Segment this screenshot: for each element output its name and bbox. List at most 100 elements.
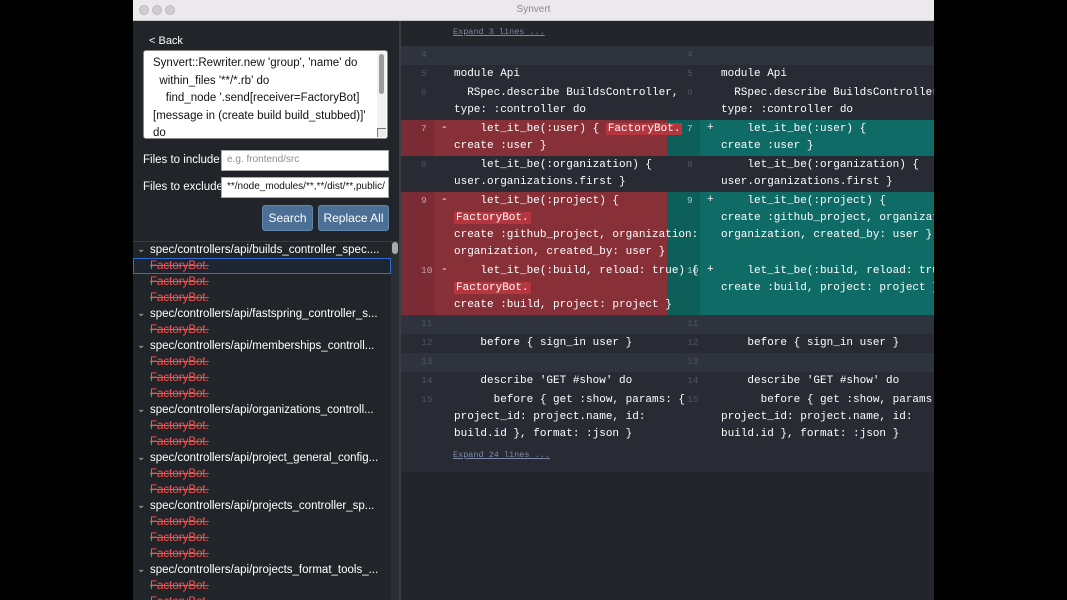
code-fragment: describe 'GET #show' do — [721, 375, 900, 387]
result-file-path: spec/controllers/api/fastspring_controll… — [150, 308, 378, 320]
result-match-row[interactable]: FactoryBot. — [133, 578, 391, 594]
left-line-number: 10 — [421, 265, 433, 276]
code-fragment: type: :controller do — [721, 104, 854, 116]
files-exclude-input[interactable]: **/node_modules/**,**/dist/**,public/ — [221, 177, 389, 198]
result-match-text: FactoryBot. — [150, 468, 209, 480]
result-match-text: FactoryBot. — [150, 484, 209, 496]
left-gutter — [401, 65, 434, 84]
left-code-line: organization, created_by: user } — [454, 244, 665, 261]
snippet-code-text: Synvert::Rewriter.new 'group', 'name' do… — [153, 57, 366, 139]
code-fragment: let_it_be(:project) { — [721, 195, 887, 207]
results-scrollbar[interactable] — [391, 242, 399, 600]
left-gutter — [401, 120, 434, 156]
result-match-row[interactable]: FactoryBot. — [133, 322, 391, 338]
chevron-down-icon[interactable]: ⌄ — [137, 402, 145, 418]
left-code-column — [434, 46, 667, 65]
expand-top-link[interactable]: Expand 3 lines ... — [453, 27, 545, 37]
code-fragment: create :user } — [721, 140, 814, 152]
result-match-row[interactable]: FactoryBot. — [133, 386, 391, 402]
result-match-text: FactoryBot. — [150, 548, 209, 560]
right-line-number: 7 — [687, 123, 693, 134]
result-match-row[interactable]: FactoryBot. — [133, 482, 391, 498]
right-code-column — [700, 315, 934, 334]
right-line-number: 6 — [687, 87, 693, 98]
result-file-row[interactable]: ⌄ spec/controllers/api/builds_controller_… — [133, 242, 391, 258]
result-file-path: spec/controllers/api/projects_controller… — [150, 500, 375, 512]
code-fragment: before { sign_in user } — [454, 337, 633, 349]
back-link[interactable]: < Back — [149, 35, 183, 47]
left-line-number: 9 — [421, 195, 427, 206]
result-match-row[interactable]: FactoryBot. — [133, 274, 391, 290]
diff-row: 15 15 before { get :show, params: {projec… — [401, 391, 934, 444]
diff-row: 8 8 let_it_be(:organization) {user.organi… — [401, 156, 934, 192]
result-file-row[interactable]: ⌄ spec/controllers/api/projects_format_to… — [133, 562, 391, 578]
snippet-code-editor[interactable]: Synvert::Rewriter.new 'group', 'name' do… — [143, 50, 388, 139]
result-match-row[interactable]: FactoryBot. — [133, 530, 391, 546]
chevron-down-icon[interactable]: ⌄ — [137, 338, 145, 354]
left-code-column — [434, 315, 667, 334]
right-line-number: 12 — [687, 337, 699, 348]
result-file-row[interactable]: ⌄ spec/controllers/api/project_general_co… — [133, 450, 391, 466]
app-window: Synvert < Back Synvert::Rewriter.new 'gr… — [133, 0, 934, 600]
chevron-down-icon[interactable]: ⌄ — [137, 450, 145, 466]
result-match-row[interactable]: FactoryBot. — [133, 418, 391, 434]
result-match-row[interactable]: FactoryBot. — [133, 594, 391, 600]
code-editor-scroll-thumb[interactable] — [379, 54, 384, 94]
right-code-line: module Api — [721, 66, 787, 83]
chevron-down-icon[interactable]: ⌄ — [137, 306, 145, 322]
result-match-row[interactable]: FactoryBot. — [133, 290, 391, 306]
code-fragment: organization, created_by: user } — [721, 229, 933, 241]
resize-handle-icon[interactable] — [377, 128, 386, 137]
diff-row: 14 14 describe 'GET #show' do describe 'G… — [401, 372, 934, 391]
left-code-line: FactoryBot. — [454, 210, 531, 227]
code-fragment: let_it_be(:user) { — [454, 123, 606, 135]
expand-bottom-link[interactable]: Expand 24 lines ... — [453, 450, 550, 460]
result-file-row[interactable]: ⌄ spec/controllers/api/projects_controlle… — [133, 498, 391, 514]
result-file-row[interactable]: ⌄ spec/controllers/api/organizations_cont… — [133, 402, 391, 418]
title-bar: Synvert — [133, 0, 934, 21]
deleted-highlight: FactoryBot. — [605, 123, 683, 135]
code-fragment: create :build, project: project } — [454, 299, 672, 311]
chevron-down-icon[interactable]: ⌄ — [137, 498, 145, 514]
right-code-line: create :github_project, organization: — [721, 210, 934, 227]
left-code-line: let_it_be(:project) { — [454, 193, 619, 210]
result-match-row[interactable]: FactoryBot. — [133, 466, 391, 482]
right-line-number: 14 — [687, 375, 699, 386]
left-code-line: create :build, project: project } — [454, 297, 672, 314]
left-code-line: project_id: project.name, id: — [454, 409, 645, 426]
result-match-row[interactable]: FactoryBot. — [133, 370, 391, 386]
result-file-row[interactable]: ⌄ spec/controllers/api/fastspring_control… — [133, 306, 391, 322]
result-match-row[interactable]: FactoryBot. — [133, 258, 391, 274]
left-gutter — [401, 84, 434, 120]
left-code-line: RSpec.describe BuildsController, — [454, 85, 678, 102]
result-match-row[interactable]: FactoryBot. — [133, 354, 391, 370]
code-editor-scrollbar[interactable] — [377, 52, 386, 137]
result-match-row[interactable]: FactoryBot. — [133, 546, 391, 562]
left-code-line: FactoryBot. — [454, 280, 531, 297]
code-fragment: before { get :show, params: { — [721, 394, 934, 406]
minus-icon: - — [441, 122, 448, 134]
right-code-line: before { get :show, params: { — [721, 392, 934, 409]
result-file-row[interactable]: ⌄ spec/controllers/api/memberships_contro… — [133, 338, 391, 354]
result-match-text: FactoryBot. — [150, 324, 209, 336]
code-fragment: let_it_be(:user) { — [721, 123, 867, 135]
plus-icon: + — [707, 264, 714, 276]
files-include-input[interactable]: e.g. frontend/src — [221, 150, 389, 171]
diff-row: 13 13 — [401, 353, 934, 372]
chevron-down-icon[interactable]: ⌄ — [137, 242, 145, 258]
search-button[interactable]: Search — [262, 205, 313, 231]
right-code-line: before { sign_in user } — [721, 335, 899, 352]
result-match-text: FactoryBot. — [150, 516, 209, 528]
code-fragment: module Api — [454, 68, 521, 80]
result-match-row[interactable]: FactoryBot. — [133, 514, 391, 530]
replace-all-button[interactable]: Replace All — [318, 205, 389, 231]
result-match-text: FactoryBot. — [150, 436, 209, 448]
left-gutter — [401, 156, 434, 192]
results-scroll-thumb[interactable] — [392, 242, 398, 254]
right-code-line: create :user } — [721, 138, 813, 155]
chevron-down-icon[interactable]: ⌄ — [137, 562, 145, 578]
result-file-path: spec/controllers/api/project_general_con… — [150, 452, 379, 464]
result-match-row[interactable]: FactoryBot. — [133, 434, 391, 450]
right-line-number: 4 — [687, 49, 693, 60]
diff-row: 5 5 module Api module Api — [401, 65, 934, 84]
